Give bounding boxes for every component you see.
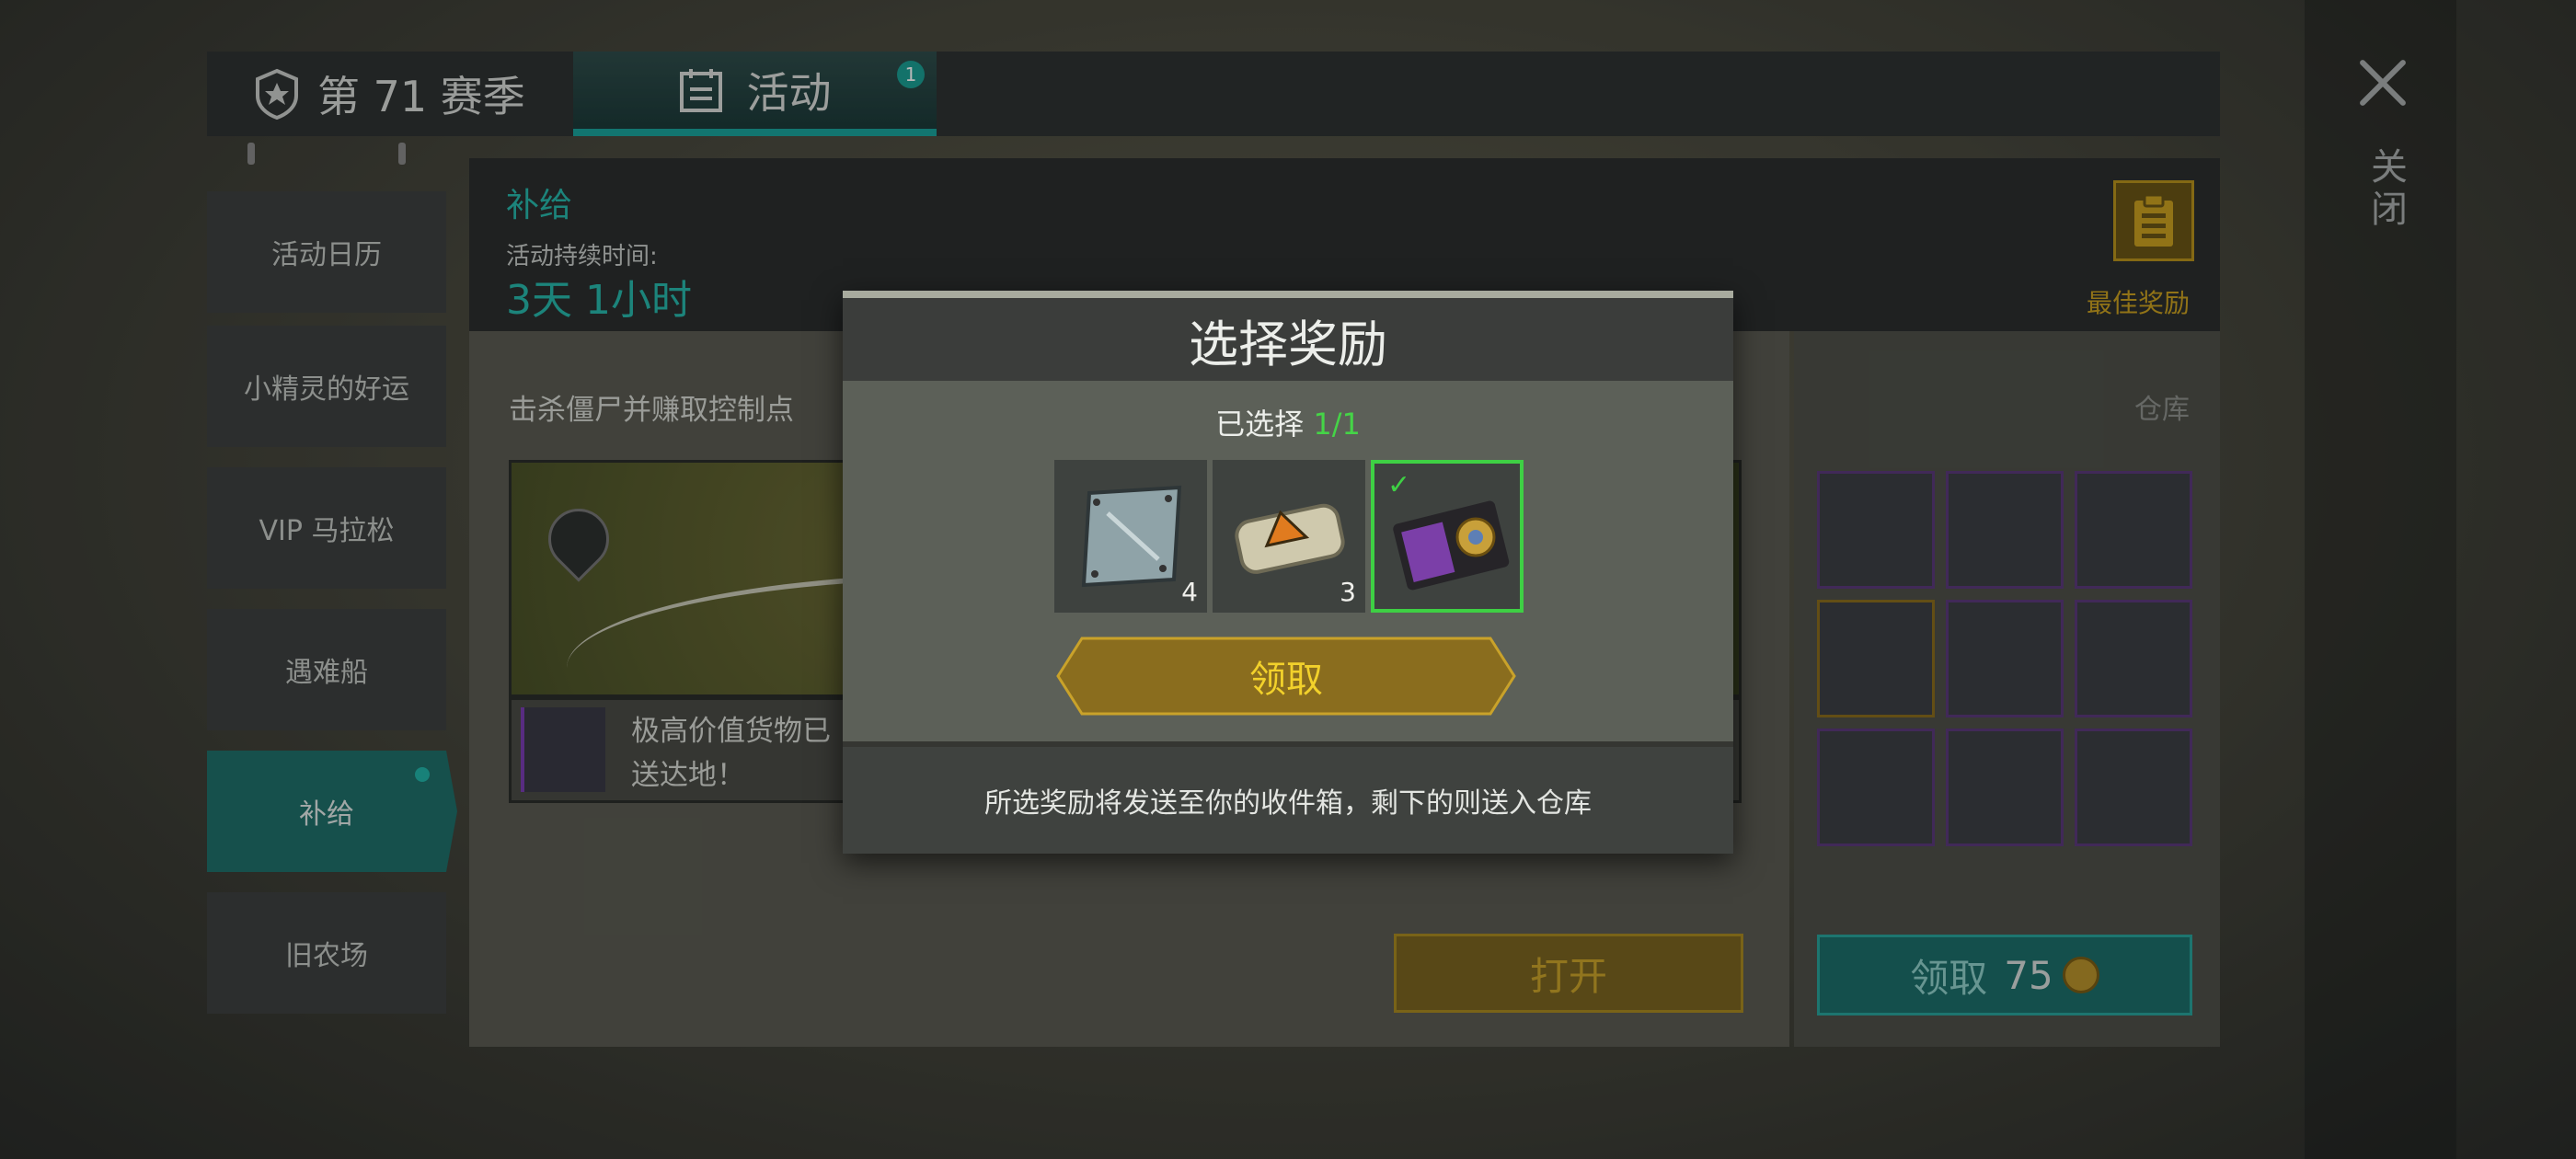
reward-option-explosive[interactable]: 3 [1213,460,1365,613]
reward-qty: 3 [1340,577,1356,607]
selection-prefix: 已选择 [1215,407,1314,442]
choose-reward-dialog: 选择奖励 已选择 1/1 4 3 ✓ 领取 所选奖励将发送至你的收件箱，剩下的则… [843,291,1733,854]
explosive-clay-icon [1235,503,1345,574]
reward-option-steel-plate[interactable]: 4 [1054,460,1207,613]
dialog-claim-button[interactable]: 领取 [1056,637,1516,716]
dialog-title: 选择奖励 [843,298,1733,381]
reward-qty: 4 [1181,577,1198,607]
selected-check-icon: ✓ [1387,469,1411,501]
selection-status: 已选择 1/1 [843,401,1733,443]
reward-option-badge[interactable]: ✓ [1371,460,1524,613]
dialog-claim-label: 领取 [1249,659,1323,701]
dialog-top-border [843,291,1733,298]
dialog-footer-note: 所选奖励将发送至你的收件箱，剩下的则送入仓库 [843,747,1733,854]
steel-plate-icon [1081,485,1182,588]
dialog-body: 已选择 1/1 4 3 ✓ 领取 [843,381,1733,741]
selection-count: 1/1 [1313,407,1361,442]
